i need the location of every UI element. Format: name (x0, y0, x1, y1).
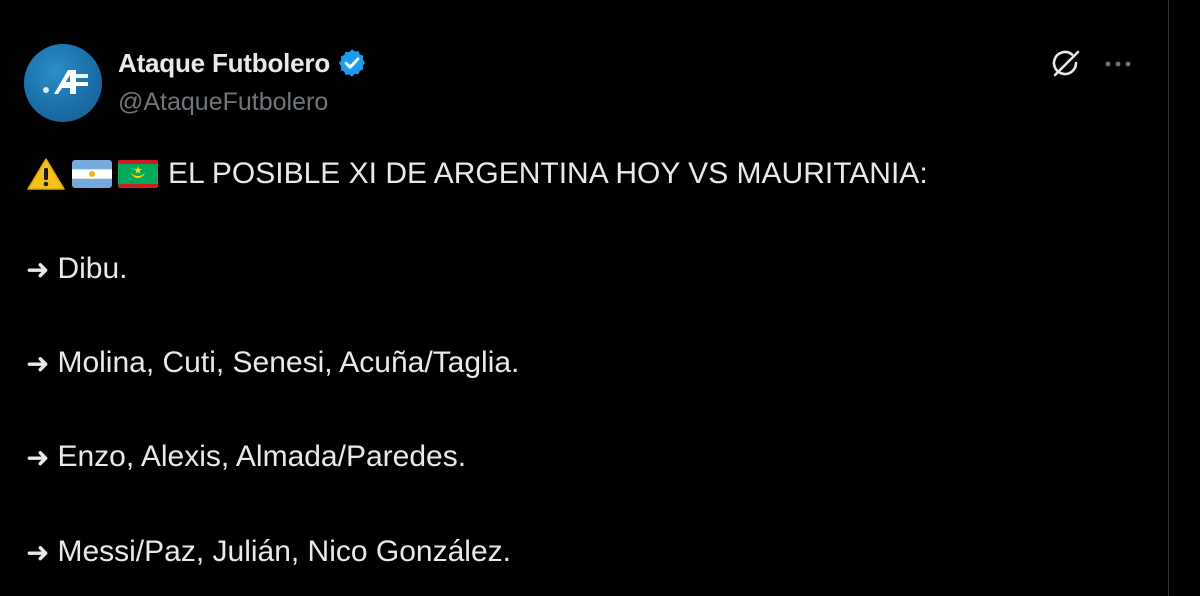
grok-button[interactable] (1046, 44, 1086, 84)
lineup-text: Dibu. (57, 252, 128, 285)
lineup-line-defense: ➜ Molina, Cuti, Senesi, Acuña/Taglia. (26, 343, 519, 383)
lineup-text: Messi/Paz, Julián, Nico González. (57, 535, 511, 568)
verified-badge-icon[interactable] (336, 47, 368, 79)
display-name[interactable]: Ataque Futbolero (118, 48, 330, 79)
mauritania-flag-icon (118, 159, 158, 189)
arrow-icon: ➜ (26, 440, 50, 474)
post-title-text: EL POSIBLE XI DE ARGENTINA HOY VS MAURIT… (168, 157, 928, 190)
lineup-text: Molina, Cuti, Senesi, Acuña/Taglia. (57, 346, 520, 379)
more-icon (1105, 61, 1131, 67)
avatar[interactable] (24, 44, 102, 122)
more-options-button[interactable] (1098, 44, 1138, 84)
handle[interactable]: @AtaqueFutbolero (118, 88, 328, 117)
lineup-line-goalkeeper: ➜ Dibu. (26, 249, 128, 289)
arrow-icon: ➜ (26, 535, 50, 569)
avatar-logo-icon (43, 70, 88, 94)
tweet-card[interactable]: Ataque Futbolero @AtaqueFutbolero EL POS… (0, 0, 1168, 596)
post-title-line: EL POSIBLE XI DE ARGENTINA HOY VS MAURIT… (26, 154, 928, 194)
author-name-row: Ataque Futbolero (118, 46, 368, 80)
warning-icon (26, 158, 66, 190)
argentina-flag-icon (72, 159, 112, 189)
arrow-icon: ➜ (26, 252, 50, 286)
grok-icon (1052, 50, 1080, 77)
lineup-text: Enzo, Alexis, Almada/Paredes. (57, 440, 467, 473)
arrow-icon: ➜ (26, 346, 50, 380)
lineup-line-midfield: ➜ Enzo, Alexis, Almada/Paredes. (26, 437, 466, 477)
timeline-divider (1168, 0, 1169, 596)
lineup-line-attack: ➜ Messi/Paz, Julián, Nico González. (26, 532, 511, 572)
